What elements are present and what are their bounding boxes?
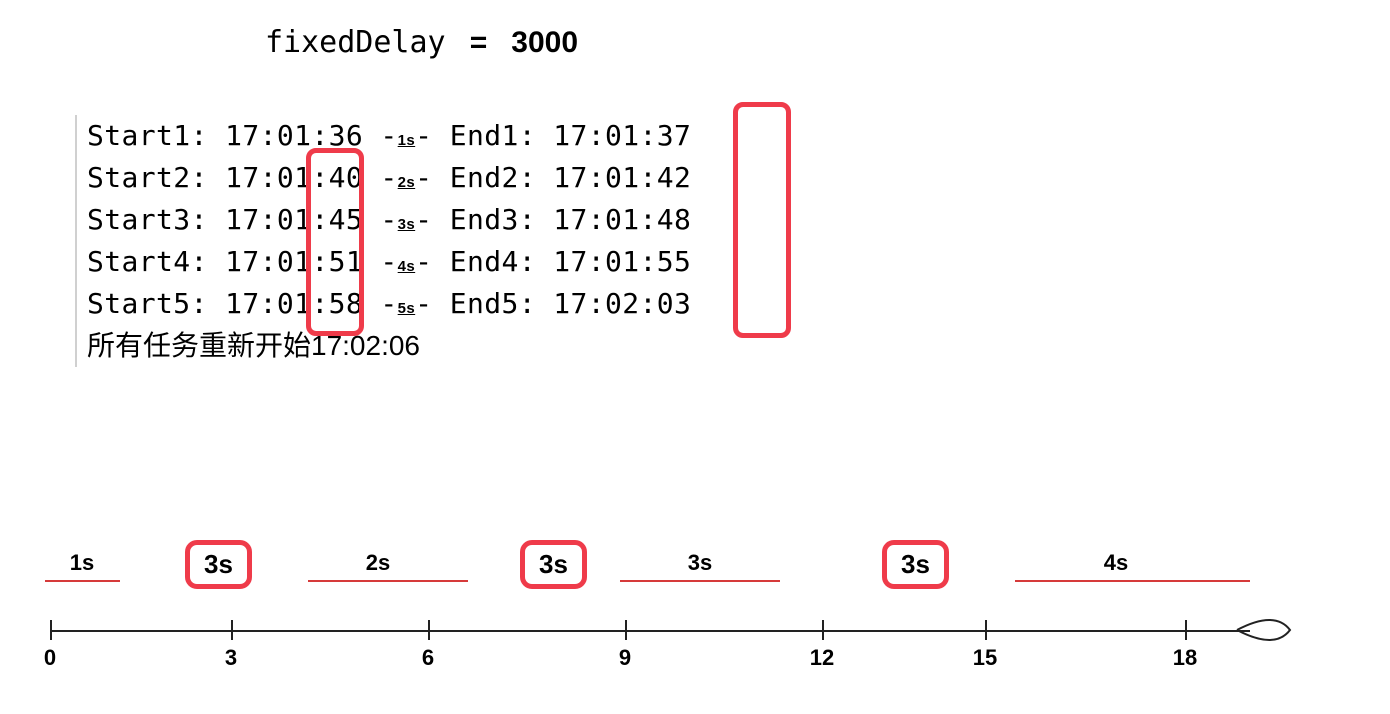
end-label: End5: xyxy=(450,287,536,320)
end-time: 17:01:55 xyxy=(553,245,691,278)
timeline: 0 3 6 9 12 15 18 1s 2s 3s 4s 3s 3s 3s xyxy=(50,540,1260,670)
axis-tick xyxy=(1185,620,1187,640)
end-time: 17:01:48 xyxy=(553,203,691,236)
axis-tick xyxy=(50,620,52,640)
log-row: Start4: 17:01:51 -4s- End4: 17:01:55 xyxy=(87,241,691,283)
start-label: Start1: xyxy=(87,119,208,152)
log-block: Start1: 17:01:36 -1s- End1: 17:01:37 Sta… xyxy=(75,115,691,367)
highlight-end-seconds xyxy=(733,102,791,338)
axis-tick xyxy=(428,620,430,640)
exec-segment xyxy=(308,580,468,583)
axis-tick-label: 9 xyxy=(619,645,631,671)
end-label: End2: xyxy=(450,161,536,194)
exec-segment xyxy=(1015,580,1250,583)
axis-tick-label: 18 xyxy=(1173,645,1197,671)
axis-tick xyxy=(985,620,987,640)
exec-segment-label: 2s xyxy=(366,550,390,576)
exec-segment-label: 1s xyxy=(70,550,94,576)
log-row: Start3: 17:01:45 -3s- End3: 17:01:48 xyxy=(87,199,691,241)
log-row: Start1: 17:01:36 -1s- End1: 17:01:37 xyxy=(87,115,691,157)
axis-tick-label: 12 xyxy=(810,645,834,671)
log-footer: 所有任务重新开始17:02:06 xyxy=(87,325,691,367)
end-label: End3: xyxy=(450,203,536,236)
start-label: Start4: xyxy=(87,245,208,278)
start-time: 17:01:45 xyxy=(225,203,363,236)
end-label: End1: xyxy=(450,119,536,152)
start-label: Start2: xyxy=(87,161,208,194)
start-time: 17:01:51 xyxy=(225,245,363,278)
title: fixedDelay = 3000 xyxy=(265,25,578,60)
start-label: Start3: xyxy=(87,203,208,236)
axis-line xyxy=(50,630,1250,632)
exec-segment-label: 3s xyxy=(688,550,712,576)
delay-badge: 3s xyxy=(185,540,252,589)
duration-badge: 4s xyxy=(398,258,416,275)
duration-badge: 1s xyxy=(398,132,416,149)
axis-tick xyxy=(625,620,627,640)
delay-badge: 3s xyxy=(882,540,949,589)
title-eq: = xyxy=(470,26,488,59)
axis-tick-label: 0 xyxy=(44,645,56,671)
axis-tick xyxy=(822,620,824,640)
start-time: 17:01:36 xyxy=(225,119,363,152)
axis-tick-label: 15 xyxy=(973,645,997,671)
delay-badge: 3s xyxy=(520,540,587,589)
title-value: 3000 xyxy=(511,26,578,59)
duration-badge: 2s xyxy=(398,174,416,191)
end-time: 17:01:42 xyxy=(553,161,691,194)
duration-badge: 3s xyxy=(398,216,416,233)
exec-segment xyxy=(45,580,120,583)
axis-tick-label: 3 xyxy=(225,645,237,671)
end-label: End4: xyxy=(450,245,536,278)
axis-tick-label: 6 xyxy=(422,645,434,671)
end-time: 17:02:03 xyxy=(553,287,691,320)
arrow-right-icon xyxy=(1235,600,1295,660)
start-time: 17:01:58 xyxy=(225,287,363,320)
title-param: fixedDelay xyxy=(265,25,446,60)
exec-segment xyxy=(620,580,780,583)
axis-tick xyxy=(231,620,233,640)
end-time: 17:01:37 xyxy=(553,119,691,152)
exec-segment-label: 4s xyxy=(1104,550,1128,576)
start-label: Start5: xyxy=(87,287,208,320)
duration-badge: 5s xyxy=(398,300,416,317)
start-time: 17:01:40 xyxy=(225,161,363,194)
log-row: Start5: 17:01:58 -5s- End5: 17:02:03 xyxy=(87,283,691,325)
log-row: Start2: 17:01:40 -2s- End2: 17:01:42 xyxy=(87,157,691,199)
